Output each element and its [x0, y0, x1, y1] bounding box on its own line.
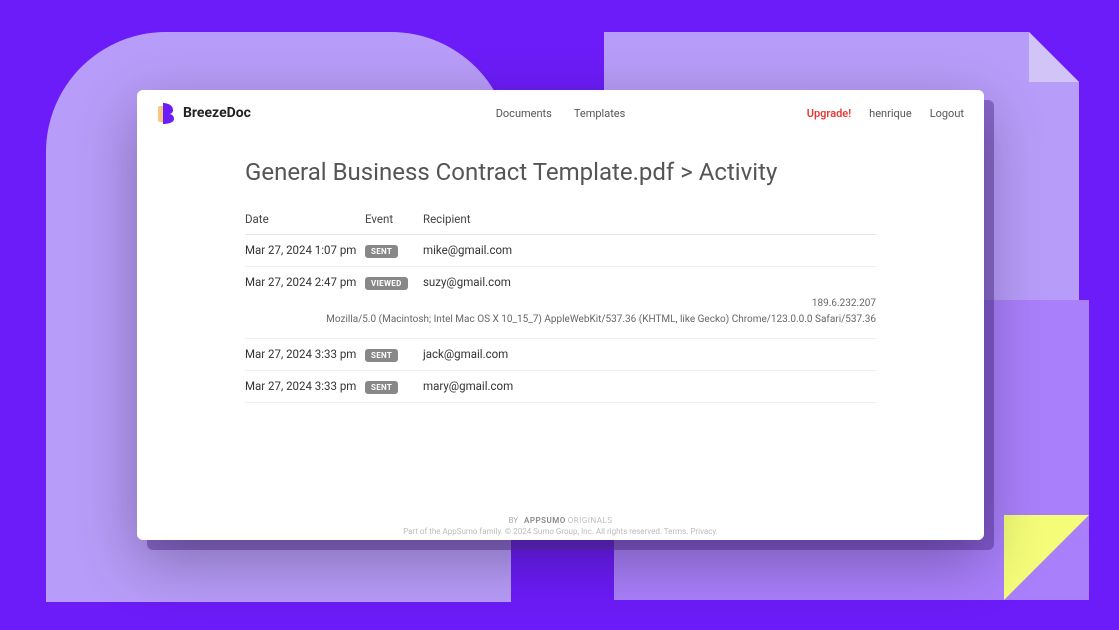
app-window: BreezeDoc Documents Templates Upgrade! h… [137, 90, 984, 540]
footer-by: BY [508, 516, 518, 525]
cell-recipient: jack@gmail.com [413, 347, 876, 361]
col-event: Event [365, 212, 413, 226]
row-details: 189.6.232.207 Mozilla/5.0 (Macintosh; In… [245, 290, 876, 328]
table-header: Date Event Recipient [245, 204, 876, 235]
event-badge: SENT [365, 381, 398, 394]
brand-name: BreezeDoc [183, 105, 251, 121]
nav-primary: Documents Templates [496, 107, 626, 120]
nav-upgrade[interactable]: Upgrade! [807, 107, 851, 120]
cell-recipient: mike@gmail.com [413, 243, 876, 257]
footer-brand: APPSUMO [524, 516, 566, 525]
cell-date: Mar 27, 2024 2:47 pm [245, 275, 365, 289]
cell-date: Mar 27, 2024 3:33 pm [245, 347, 365, 361]
nav-logout[interactable]: Logout [930, 107, 964, 120]
event-badge: SENT [365, 245, 398, 258]
app-header: BreezeDoc Documents Templates Upgrade! h… [137, 90, 984, 134]
col-date: Date [245, 212, 365, 226]
breezedoc-logo-icon [157, 102, 177, 124]
nav-templates[interactable]: Templates [574, 107, 625, 120]
brand-logo[interactable]: BreezeDoc [157, 102, 251, 124]
table-row: Mar 27, 2024 2:47 pm VIEWED suzy@gmail.c… [245, 267, 876, 339]
cell-recipient: mary@gmail.com [413, 379, 876, 393]
footer-legal: Part of the AppSumo family. © 2024 Sumo … [137, 527, 984, 536]
activity-table: Date Event Recipient Mar 27, 2024 1:07 p… [245, 204, 876, 403]
detail-ip: 189.6.232.207 [245, 296, 876, 312]
table-row: Mar 27, 2024 1:07 pm SENT mike@gmail.com [245, 235, 876, 267]
app-footer: BY APPSUMO ORIGINALS Part of the AppSumo… [137, 516, 984, 536]
event-badge: SENT [365, 349, 398, 362]
cell-recipient: suzy@gmail.com [413, 275, 876, 289]
nav-documents[interactable]: Documents [496, 107, 552, 120]
table-row: Mar 27, 2024 3:33 pm SENT mary@gmail.com [245, 371, 876, 403]
footer-originals: ORIGINALS [568, 516, 613, 525]
detail-useragent: Mozilla/5.0 (Macintosh; Intel Mac OS X 1… [245, 312, 876, 328]
event-badge: VIEWED [365, 277, 408, 290]
nav-username[interactable]: henrique [869, 107, 912, 120]
cell-date: Mar 27, 2024 1:07 pm [245, 243, 365, 257]
nav-user: Upgrade! henrique Logout [807, 107, 964, 120]
page-title: General Business Contract Template.pdf >… [137, 134, 984, 204]
col-recipient: Recipient [413, 212, 876, 226]
cell-date: Mar 27, 2024 3:33 pm [245, 379, 365, 393]
table-row: Mar 27, 2024 3:33 pm SENT jack@gmail.com [245, 339, 876, 371]
